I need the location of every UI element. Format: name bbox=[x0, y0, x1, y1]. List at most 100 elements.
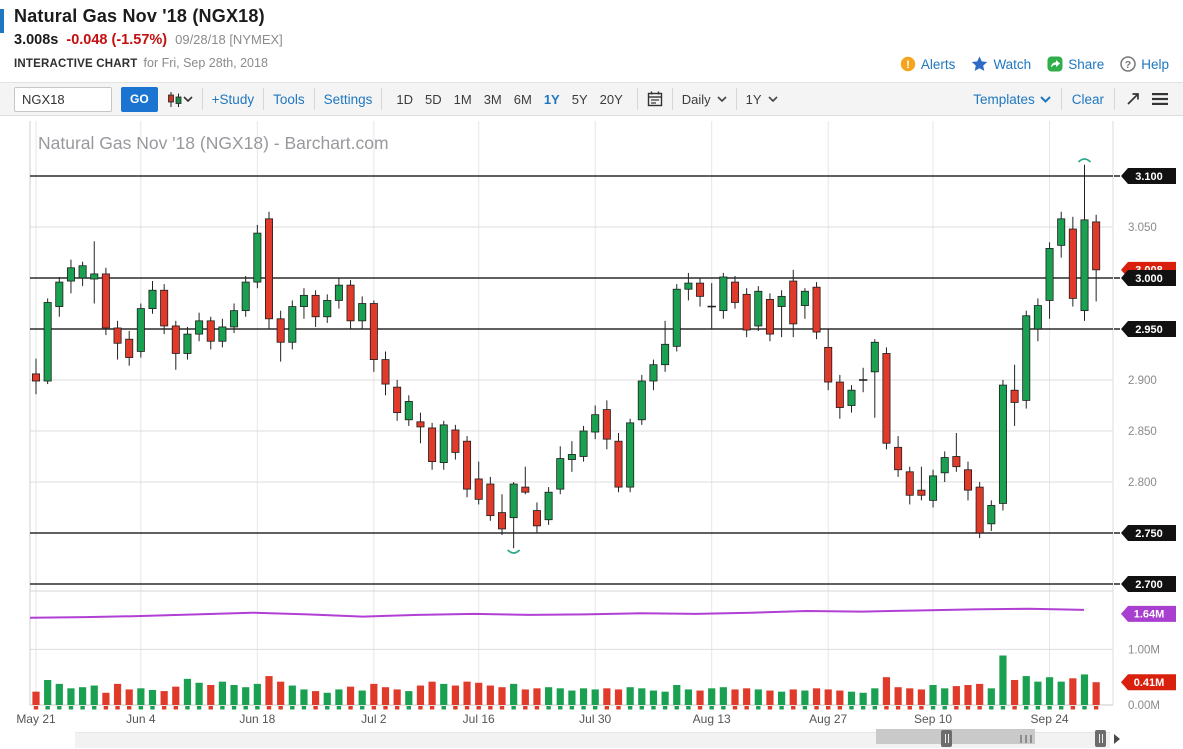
scrollbar-right-handle[interactable] bbox=[1095, 730, 1106, 747]
chevron-down-icon bbox=[1040, 96, 1051, 103]
svg-text:?: ? bbox=[1125, 59, 1131, 71]
chart-scrollbar bbox=[0, 729, 1183, 749]
svg-text:2.950: 2.950 bbox=[1135, 324, 1163, 336]
quote-row: 3.008s -0.048 (-1.57%) 09/28/18 [NYMEX] bbox=[14, 32, 283, 48]
range-5d[interactable]: 5D bbox=[420, 90, 447, 109]
share-link[interactable]: Share bbox=[1047, 56, 1104, 72]
svg-text:Jul 16: Jul 16 bbox=[463, 712, 495, 726]
alerts-link[interactable]: ! Alerts bbox=[900, 56, 956, 72]
toolbar-divider bbox=[314, 88, 315, 110]
x-axis-labels: May 21Jun 4Jun 18Jul 2Jul 16Jul 30Aug 13… bbox=[16, 712, 1069, 726]
interactive-chart-page: Natural Gas Nov '18 (NGX18) 3.008s -0.04… bbox=[0, 0, 1183, 749]
chart-menu-button[interactable] bbox=[1151, 92, 1169, 106]
scrollbar-selected-range[interactable] bbox=[876, 729, 1035, 744]
scrollbar-grip[interactable] bbox=[1020, 735, 1032, 743]
frequency-label: Daily bbox=[682, 92, 711, 107]
clear-button[interactable]: Clear bbox=[1072, 92, 1104, 107]
grid-lines bbox=[30, 121, 1120, 705]
svg-text:2.750: 2.750 bbox=[1135, 528, 1163, 540]
templates-dropdown[interactable]: Templates bbox=[973, 92, 1051, 107]
tools-button[interactable]: Tools bbox=[273, 92, 305, 107]
svg-text:3.100: 3.100 bbox=[1135, 171, 1163, 183]
toolbar-divider bbox=[637, 88, 638, 110]
toolbar-divider bbox=[1114, 88, 1115, 110]
svg-text:Natural Gas Nov '18 (NGX18) -: Natural Gas Nov '18 (NGX18) - Barchart.c… bbox=[38, 133, 389, 153]
go-button[interactable]: GO bbox=[121, 87, 158, 112]
link-label: Share bbox=[1068, 57, 1104, 72]
section-date: for Fri, Sep 28th, 2018 bbox=[144, 56, 268, 70]
svg-text:!: ! bbox=[906, 59, 910, 71]
chart-toolbar: GO +Study Tools Settings 1D5D1M3M6M1Y5Y2… bbox=[0, 82, 1183, 116]
toolbar-divider bbox=[381, 88, 382, 110]
page-title: Natural Gas Nov '18 (NGX18) bbox=[14, 6, 265, 27]
range-dropdown[interactable]: 1Y bbox=[746, 92, 778, 107]
chevron-down-icon bbox=[768, 96, 778, 102]
chart-type-dropdown[interactable] bbox=[167, 91, 193, 108]
help-icon: ? bbox=[1120, 56, 1136, 72]
range-20y[interactable]: 20Y bbox=[595, 90, 628, 109]
title-accent-bar bbox=[0, 9, 4, 33]
range-3m[interactable]: 3M bbox=[479, 90, 507, 109]
calendar-button[interactable] bbox=[647, 91, 663, 107]
svg-text:Sep 24: Sep 24 bbox=[1031, 712, 1069, 726]
toolbar-divider bbox=[672, 88, 673, 110]
svg-text:3.000: 3.000 bbox=[1135, 273, 1163, 285]
svg-text:0.41M: 0.41M bbox=[1134, 677, 1165, 689]
volume-series[interactable] bbox=[32, 656, 1099, 705]
scrollbar-right-arrow[interactable] bbox=[1114, 734, 1120, 744]
section-label: INTERACTIVE CHART bbox=[14, 58, 138, 70]
price-chart-canvas[interactable]: Natural Gas Nov '18 (NGX18) - Barchart.c… bbox=[0, 118, 1183, 748]
link-label: Help bbox=[1141, 57, 1169, 72]
range-1m[interactable]: 1M bbox=[449, 90, 477, 109]
open-interest-line bbox=[30, 609, 1084, 618]
help-link[interactable]: ? Help bbox=[1120, 56, 1169, 72]
hamburger-menu-icon bbox=[1151, 92, 1169, 106]
scrollbar-left-handle[interactable] bbox=[941, 730, 952, 747]
watch-link[interactable]: Watch bbox=[971, 56, 1031, 72]
link-label: Watch bbox=[993, 57, 1031, 72]
last-price: 3.008s bbox=[14, 32, 58, 48]
toolbar-divider bbox=[736, 88, 737, 110]
svg-text:Jul 2: Jul 2 bbox=[361, 712, 387, 726]
range-1y[interactable]: 1Y bbox=[539, 90, 565, 109]
svg-text:3.050: 3.050 bbox=[1128, 222, 1157, 234]
range-buttons: 1D5D1M3M6M1Y5Y20Y bbox=[391, 90, 627, 109]
x-axis-candle-ticks bbox=[34, 706, 1099, 710]
candlestick-icon bbox=[167, 91, 183, 108]
expand-chart-button[interactable] bbox=[1125, 91, 1141, 107]
svg-text:Jul 30: Jul 30 bbox=[579, 712, 611, 726]
header-links: ! Alerts Watch Share? Help bbox=[900, 56, 1169, 72]
svg-text:Jun 4: Jun 4 bbox=[126, 712, 156, 726]
price-change: -0.048 (-1.57%) bbox=[66, 32, 167, 48]
range-6m[interactable]: 6M bbox=[509, 90, 537, 109]
svg-text:Aug 27: Aug 27 bbox=[809, 712, 847, 726]
chevron-down-icon bbox=[183, 96, 193, 102]
toolbar-divider bbox=[202, 88, 203, 110]
frequency-dropdown[interactable]: Daily bbox=[682, 92, 727, 107]
share-icon bbox=[1047, 56, 1063, 72]
svg-text:May 21: May 21 bbox=[16, 712, 56, 726]
svg-text:2.700: 2.700 bbox=[1135, 579, 1163, 591]
section-row: INTERACTIVE CHART for Fri, Sep 28th, 201… bbox=[14, 56, 268, 70]
calendar-icon bbox=[647, 91, 663, 107]
symbol-input[interactable] bbox=[14, 87, 112, 112]
candlestick-series[interactable] bbox=[32, 165, 1099, 549]
range-1d[interactable]: 1D bbox=[391, 90, 418, 109]
svg-text:2.900: 2.900 bbox=[1128, 375, 1157, 387]
alert-icon: ! bbox=[900, 56, 916, 72]
chart-watermark: Natural Gas Nov '18 (NGX18) - Barchart.c… bbox=[38, 133, 389, 153]
range-5y[interactable]: 5Y bbox=[567, 90, 593, 109]
star-icon bbox=[971, 56, 988, 72]
settings-button[interactable]: Settings bbox=[324, 92, 373, 107]
session-info: 09/28/18 [NYMEX] bbox=[175, 32, 283, 47]
toolbar-divider bbox=[1061, 88, 1062, 110]
svg-text:0.00M: 0.00M bbox=[1128, 700, 1160, 712]
expand-arrow-icon bbox=[1125, 91, 1141, 107]
svg-text:Aug 13: Aug 13 bbox=[693, 712, 731, 726]
templates-label: Templates bbox=[973, 92, 1035, 107]
link-label: Alerts bbox=[921, 57, 956, 72]
add-study-button[interactable]: +Study bbox=[212, 92, 254, 107]
toolbar-right: Templates Clear bbox=[973, 88, 1169, 110]
svg-text:Sep 10: Sep 10 bbox=[914, 712, 952, 726]
svg-text:2.850: 2.850 bbox=[1128, 426, 1157, 438]
